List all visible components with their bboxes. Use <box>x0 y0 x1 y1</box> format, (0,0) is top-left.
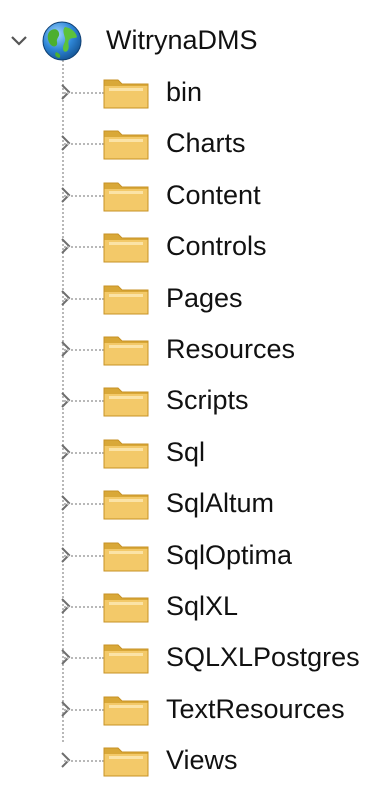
tree-node-folder[interactable]: SqlXL <box>0 580 388 632</box>
folder-icon <box>103 644 149 674</box>
folder-icon <box>103 182 149 212</box>
tree-node-folder[interactable]: SqlAltum <box>0 477 388 529</box>
tree-node-label: Resources <box>166 334 296 364</box>
folder-icon <box>103 336 149 366</box>
tree-guide-branch <box>64 503 104 506</box>
tree-node-label: SqlOptima <box>166 539 293 570</box>
folder-icon <box>103 490 149 520</box>
tree-guide-branch <box>64 708 104 711</box>
folder-icon <box>103 439 149 469</box>
tree-node-label: TextResources <box>166 693 345 724</box>
tree-guide-branch <box>64 760 104 763</box>
tree-node-folder[interactable]: bin <box>0 66 388 118</box>
tree-node-folder[interactable]: TextResources <box>0 683 388 735</box>
folder-icon <box>103 233 149 263</box>
tree-node-root[interactable]: WitrynaDMS <box>0 14 388 66</box>
folder-icon <box>103 747 149 777</box>
folder-icon <box>103 285 149 315</box>
tree-guide-branch <box>64 451 104 454</box>
tree-node-label: bin <box>166 77 203 107</box>
tree-guide-branch <box>64 606 104 608</box>
tree-guide-branch <box>64 92 104 94</box>
tree-node-label: Content <box>166 179 261 210</box>
tree-guide-branch <box>64 143 104 146</box>
tree-guide-branch <box>64 349 104 351</box>
tree-node-label: Controls <box>166 231 267 262</box>
tree-node-folder[interactable]: Sql <box>0 426 388 478</box>
tree-node-label: Scripts <box>166 385 249 416</box>
folder-icon <box>103 696 149 726</box>
folder-icon <box>103 542 149 572</box>
tree-guide-branch <box>64 554 104 557</box>
tree-node-label: SqlXL <box>166 591 239 621</box>
folder-icon <box>103 79 149 109</box>
tree-node-label: Sql <box>166 436 206 467</box>
tree-guide-branch <box>64 297 104 300</box>
tree-node-folder[interactable]: Resources <box>0 323 388 375</box>
solution-explorer-tree: WitrynaDMS bin Charts Content Controls Pages… <box>0 0 388 777</box>
globe-icon <box>42 21 82 61</box>
tree-guide-branch <box>64 400 104 403</box>
tree-node-folder[interactable]: Controls <box>0 220 388 272</box>
folder-icon <box>103 593 149 623</box>
tree-node-folder[interactable]: Content <box>0 169 388 221</box>
tree-node-label: SqlAltum <box>166 488 275 519</box>
tree-guide-branch <box>64 657 104 660</box>
tree-node-label: Views <box>166 745 238 776</box>
tree-node-folder[interactable]: Scripts <box>0 374 388 426</box>
folder-icon <box>103 387 149 417</box>
tree-node-folder[interactable]: Charts <box>0 117 388 169</box>
folder-icon <box>103 130 149 160</box>
tree-guide-branch <box>64 194 104 197</box>
tree-node-label: Charts <box>166 128 246 159</box>
chevron-down-icon[interactable] <box>8 29 30 51</box>
tree-node-folder[interactable]: SqlOptima <box>0 529 388 581</box>
tree-node-label: Pages <box>166 282 243 313</box>
tree-node-folder[interactable]: SQLXLPostgres <box>0 631 388 683</box>
tree-node-label: WitrynaDMS <box>106 25 258 55</box>
tree-node-folder[interactable]: Pages <box>0 272 388 324</box>
tree-node-folder[interactable]: Views <box>0 734 388 786</box>
tree-node-label: SQLXLPostgres <box>166 642 360 673</box>
tree-guide-branch <box>64 246 104 249</box>
